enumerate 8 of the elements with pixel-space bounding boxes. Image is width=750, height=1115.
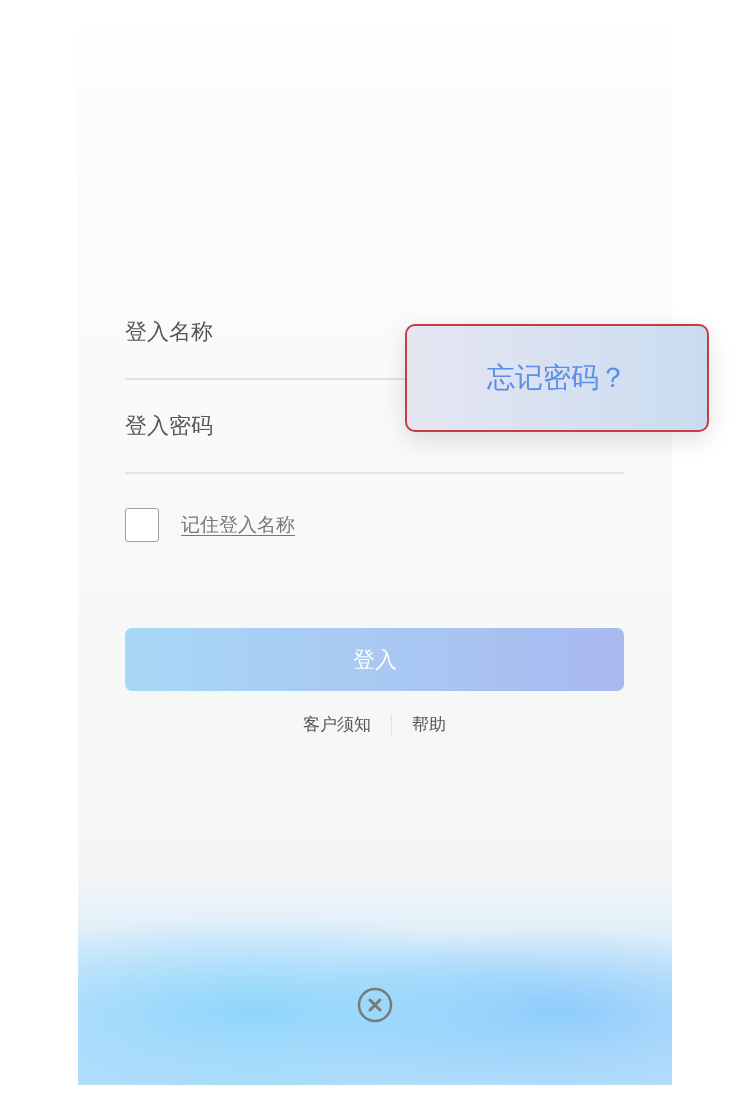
link[interactable]: 客户须知 xyxy=(303,713,371,736)
input-field[interactable]: 登入名称 xyxy=(125,319,375,345)
close-icon[interactable] xyxy=(357,987,393,1023)
input-field[interactable]: 登入密码 xyxy=(125,413,375,439)
checkbox[interactable] xyxy=(125,508,159,542)
remember-label[interactable]: 记住登入名称 xyxy=(181,512,295,538)
forgot-password-tooltip[interactable]: 忘记密码？ xyxy=(405,324,709,432)
link[interactable]: 帮助 xyxy=(412,713,446,736)
